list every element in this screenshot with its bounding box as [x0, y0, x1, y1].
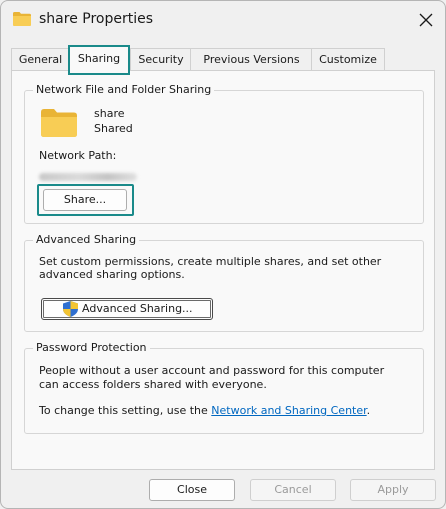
password-desc-1: People without a user account and passwo… [39, 364, 385, 377]
password-change-text: To change this setting, use the Network … [39, 404, 370, 417]
password-protection-legend: Password Protection [33, 341, 150, 354]
tab-sharing-label: Sharing [77, 52, 121, 65]
network-path-label: Network Path: [39, 149, 117, 162]
advanced-sharing-button-label: Advanced Sharing... [82, 302, 193, 315]
tab-general-label: General [18, 53, 63, 66]
cancel-button[interactable]: Cancel [250, 479, 336, 501]
shared-folder-icon [41, 109, 77, 137]
tab-sharing[interactable]: Sharing [68, 45, 130, 75]
password-change-suffix: . [366, 404, 371, 417]
folder-icon [13, 12, 31, 26]
password-desc-2: can access folders shared with everyone. [39, 378, 267, 391]
shield-icon [63, 301, 78, 317]
network-path-value [39, 173, 137, 181]
advanced-sharing-legend: Advanced Sharing [33, 233, 140, 246]
network-sharing-legend: Network File and Folder Sharing [33, 83, 215, 96]
window-title: share Properties [39, 11, 154, 27]
tab-previous-versions[interactable]: Previous Versions [190, 48, 313, 70]
network-sharing-center-link[interactable]: Network and Sharing Center [211, 404, 366, 417]
apply-button-label: Apply [377, 483, 409, 496]
password-change-prefix: To change this setting, use the [39, 404, 208, 417]
tab-general[interactable]: General [11, 48, 70, 70]
tab-security[interactable]: Security [130, 48, 192, 70]
close-button-label: Close [177, 483, 207, 496]
share-button[interactable]: Share... [43, 189, 127, 211]
advanced-sharing-desc-2: advanced sharing options. [39, 268, 185, 281]
close-button[interactable]: Close [149, 479, 235, 501]
apply-button[interactable]: Apply [350, 479, 436, 501]
properties-dialog: share Properties General Sharing Securit… [0, 0, 446, 509]
folder-name: share [94, 107, 125, 120]
advanced-sharing-button[interactable]: Advanced Sharing... [41, 298, 213, 320]
tab-previous-versions-label: Previous Versions [203, 53, 300, 66]
folder-status: Shared [94, 122, 133, 135]
tab-customize-label: Customize [319, 53, 377, 66]
tab-security-label: Security [138, 53, 184, 66]
title-bar[interactable]: share Properties [1, 1, 445, 37]
share-button-label: Share... [63, 193, 107, 206]
advanced-sharing-desc-1: Set custom permissions, create multiple … [39, 255, 382, 268]
tab-customize[interactable]: Customize [311, 48, 385, 70]
close-icon[interactable] [415, 9, 437, 31]
password-protection-group: Password Protection [24, 341, 424, 434]
cancel-button-label: Cancel [274, 483, 312, 496]
